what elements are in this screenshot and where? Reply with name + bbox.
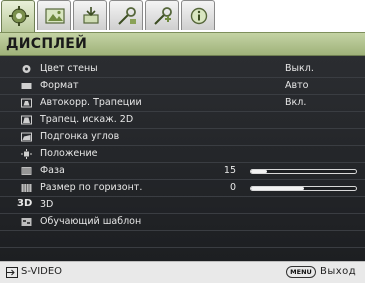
corner-fit-icon bbox=[21, 132, 32, 142]
input-source-label: S-VIDEO bbox=[21, 266, 63, 277]
status-bar: S-VIDEO MENU Выход bbox=[0, 261, 365, 283]
menu-item-value: Вкл. bbox=[285, 97, 307, 108]
menu-item-label: Автокорр. Трапеции bbox=[40, 97, 142, 108]
menu-item-label: 3D bbox=[40, 199, 54, 210]
aspect-ratio-icon bbox=[21, 83, 32, 89]
phase-icon bbox=[21, 167, 32, 175]
h-size-icon bbox=[21, 184, 32, 192]
menu-item-value: Авто bbox=[285, 80, 309, 91]
menu-item-test-pattern[interactable]: Обучающий шаблон bbox=[0, 214, 365, 231]
tab-source[interactable] bbox=[73, 0, 107, 30]
exit-label[interactable]: Выход bbox=[320, 266, 356, 277]
h-size-slider[interactable] bbox=[250, 186, 357, 191]
menu-item-label: Трапец. искаж. 2D bbox=[40, 114, 134, 125]
menu-item-number: 0 bbox=[229, 182, 236, 193]
menu-item-auto-keystone[interactable]: Автокорр. Трапеции Вкл. bbox=[0, 95, 365, 112]
auto-keystone-icon bbox=[21, 98, 32, 108]
tab-picture[interactable] bbox=[37, 0, 71, 30]
tab-advanced[interactable] bbox=[145, 0, 179, 30]
keystone-2d-icon bbox=[21, 115, 32, 125]
picture-icon bbox=[45, 8, 65, 24]
menu-item-aspect-ratio[interactable]: Формат Авто bbox=[0, 78, 365, 95]
menu-item-3d[interactable]: 3D 3D bbox=[0, 197, 365, 214]
menu-item-wall-color[interactable]: Цвет стены Выкл. bbox=[0, 61, 365, 78]
page-title: ДИСПЛЕЙ bbox=[6, 36, 88, 52]
advanced-settings-icon bbox=[154, 7, 172, 25]
menu-item-keystone-2d[interactable]: Трапец. искаж. 2D bbox=[0, 112, 365, 129]
menu-item-label: Формат bbox=[40, 80, 79, 91]
menu-empty-row bbox=[0, 231, 365, 248]
3d-icon: 3D bbox=[17, 198, 33, 209]
menu-item-label: Размер по горизонт. bbox=[40, 182, 143, 193]
menu-item-label: Обучающий шаблон bbox=[40, 216, 142, 227]
position-icon bbox=[21, 149, 32, 159]
system-setup-icon bbox=[118, 7, 136, 25]
menu-key-badge: MENU bbox=[286, 266, 316, 278]
menu-panel: Цвет стены Выкл. Формат Авто Автокорр. Т… bbox=[0, 56, 365, 261]
menu-item-label: Положение bbox=[40, 148, 98, 159]
input-source-icon bbox=[6, 267, 18, 278]
tab-display[interactable] bbox=[1, 0, 35, 33]
menu-item-h-size[interactable]: Размер по горизонт. 0 bbox=[0, 180, 365, 197]
projector-osd: ДИСПЛЕЙ Цвет стены Выкл. Формат Авто Авт… bbox=[0, 0, 365, 283]
menu-item-number: 15 bbox=[223, 165, 236, 176]
menu-item-label: Фаза bbox=[40, 165, 65, 176]
slider-fill bbox=[251, 170, 267, 173]
phase-slider[interactable] bbox=[250, 169, 357, 174]
menu-title-bar: ДИСПЛЕЙ bbox=[0, 32, 365, 56]
test-pattern-icon bbox=[21, 218, 32, 226]
information-icon bbox=[190, 7, 208, 25]
menu-tab-strip bbox=[0, 0, 365, 33]
tab-system-setup[interactable] bbox=[109, 0, 143, 30]
tab-information[interactable] bbox=[181, 0, 215, 30]
menu-item-position[interactable]: Положение bbox=[0, 146, 365, 163]
wall-color-icon bbox=[22, 65, 31, 73]
source-icon bbox=[83, 7, 99, 24]
slider-fill bbox=[251, 187, 304, 190]
menu-item-label: Цвет стены bbox=[40, 63, 98, 74]
menu-item-phase[interactable]: Фаза 15 bbox=[0, 163, 365, 180]
menu-item-corner-fit[interactable]: Подгонка углов bbox=[0, 129, 365, 146]
menu-item-value: Выкл. bbox=[285, 63, 314, 74]
menu-item-label: Подгонка углов bbox=[40, 131, 120, 142]
display-settings-icon bbox=[9, 6, 29, 26]
